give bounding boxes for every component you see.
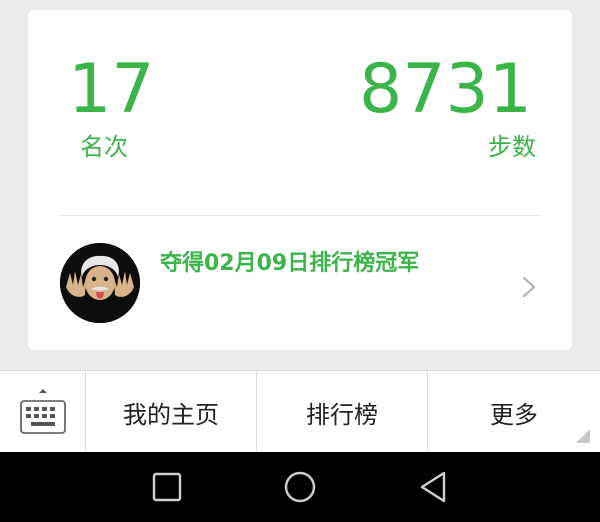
recent-apps-icon[interactable] [150,470,184,504]
tab-label: 排行榜 [306,400,378,429]
champion-text: 夺得02月09日排行榜冠军 [160,251,420,276]
back-icon[interactable] [416,470,450,504]
chevron-right-icon [522,276,536,298]
tab-label: 我的主页 [123,400,219,429]
system-nav-bar [0,452,600,522]
keyboard-toggle-button[interactable] [0,371,86,453]
steps-value: 8731 [358,50,532,129]
rank-label: 名次 [80,133,128,161]
tab-label: 更多 [490,400,538,429]
steps-label: 步数 [488,133,536,161]
champion-row[interactable]: 夺得02月09日排行榜冠军 [28,216,572,350]
rank-card: 17 8731 名次 步数 夺得02月09日排行榜冠军 [28,10,572,350]
bottom-tabbar: 我的主页 排行榜 更多 [0,370,600,453]
tab-my-homepage[interactable]: 我的主页 [86,371,257,453]
tab-leaderboard[interactable]: 排行榜 [257,371,428,453]
avatar[interactable] [60,243,140,323]
tab-more[interactable]: 更多 [428,371,600,453]
corner-indicator-icon [576,429,590,443]
einstein-avatar-icon [60,243,140,323]
home-icon[interactable] [283,470,317,504]
keyboard-icon [20,389,66,434]
rank-value: 17 [68,50,155,129]
